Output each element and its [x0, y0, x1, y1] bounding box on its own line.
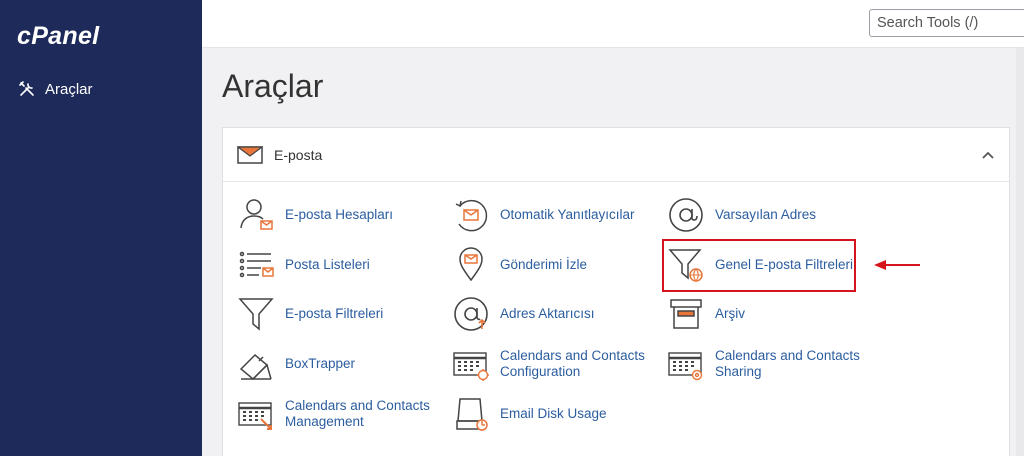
location-pin-icon	[459, 247, 483, 282]
tool-label: Otomatik Yanıtlayıcılar	[500, 207, 635, 222]
tool-calendars-contacts-sharing[interactable]: Calendars and Contacts Sharing	[666, 344, 860, 384]
tool-email-accounts[interactable]: E-posta Hesapları	[236, 195, 393, 235]
email-accounts-icon	[240, 199, 273, 230]
tool-label: Arşiv	[715, 306, 745, 321]
tool-calendars-contacts-management[interactable]: Calendars and Contacts Management	[236, 394, 430, 434]
tool-label: Varsayılan Adres	[715, 207, 817, 222]
filter-icon	[238, 298, 274, 331]
sidebar-item-label: Araçlar	[45, 80, 93, 98]
tools-icon	[19, 81, 34, 96]
calendar-management-icon	[238, 402, 272, 430]
sidebar-item-tools[interactable]: Araçlar	[18, 78, 93, 100]
forwarder-icon	[454, 297, 488, 331]
tool-label: Email Disk Usage	[500, 406, 607, 421]
envelope-icon	[237, 146, 263, 164]
tool-default-address[interactable]: Varsayılan Adres	[666, 195, 816, 235]
tool-email-filters[interactable]: E-posta Filtreleri	[236, 294, 383, 334]
chevron-up-icon[interactable]	[981, 150, 995, 160]
tool-archive[interactable]: Arşiv	[666, 294, 745, 334]
tool-label: E-posta Hesapları	[285, 207, 394, 222]
email-section-header[interactable]: E-posta	[223, 128, 1009, 182]
tool-label: Calendars and Contacts Management	[285, 398, 430, 429]
tool-label: E-posta Filtreleri	[285, 306, 384, 321]
email-section-title: E-posta	[274, 147, 323, 163]
boxtrapper-icon	[239, 353, 272, 381]
autoresponder-icon	[455, 199, 488, 232]
tool-track-delivery[interactable]: Gönderimi İzle	[451, 245, 587, 285]
page-title: Araçlar	[222, 68, 324, 104]
tool-label: Calendars and Contacts Configuration	[500, 348, 645, 379]
tool-forwarders[interactable]: Adres Aktarıcısı	[451, 294, 595, 334]
tool-email-disk-usage[interactable]: Email Disk Usage	[451, 394, 607, 434]
tool-label: Posta Listeleri	[285, 257, 370, 272]
cpanel-logo[interactable]: cPanel	[17, 22, 99, 51]
tool-autoresponders[interactable]: Otomatik Yanıtlayıcılar	[451, 195, 635, 235]
archive-box-icon	[670, 299, 702, 329]
mailing-list-icon	[239, 251, 274, 278]
disk-usage-icon	[456, 398, 488, 431]
sidebar: cPanel Araçlar	[0, 0, 202, 456]
highlight-box	[662, 239, 856, 292]
tool-label: Adres Aktarıcısı	[500, 306, 595, 321]
search-tools-input[interactable]	[869, 9, 1024, 37]
tool-label: Gönderimi İzle	[500, 257, 588, 272]
top-bar	[202, 0, 1024, 48]
tool-mailing-lists[interactable]: Posta Listeleri	[236, 245, 370, 285]
calendar-config-icon	[453, 352, 489, 381]
tool-boxtrapper[interactable]: BoxTrapper	[236, 344, 355, 384]
at-sign-icon	[669, 198, 703, 232]
tool-label: Calendars and Contacts Sharing	[715, 348, 860, 379]
calendar-sharing-icon	[668, 352, 703, 381]
scrollbar-track[interactable]	[1016, 48, 1024, 456]
tool-label: BoxTrapper	[285, 356, 356, 371]
tool-calendars-contacts-configuration[interactable]: Calendars and Contacts Configuration	[451, 344, 645, 384]
arrow-left-icon	[874, 260, 920, 270]
